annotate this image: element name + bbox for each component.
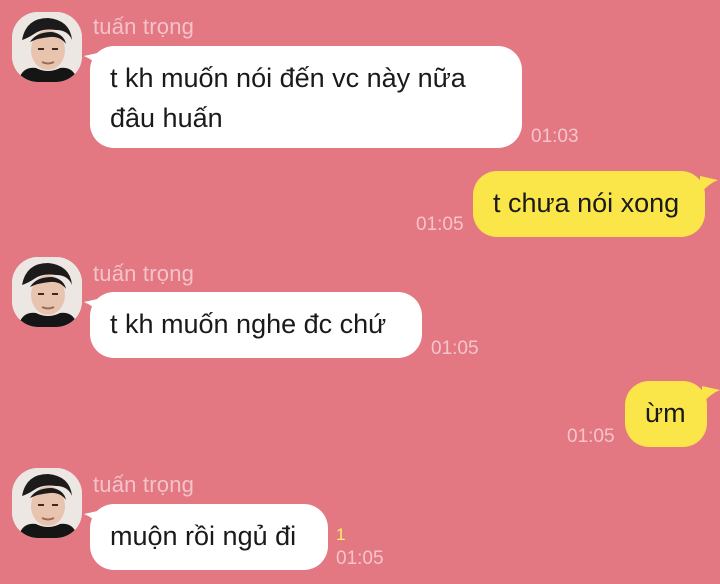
message-text: đâu huấn [110, 103, 223, 133]
sender-name: tuấn trọng [93, 261, 195, 286]
message-time: 01:05 [567, 426, 615, 447]
unread-count: 1 [336, 525, 346, 544]
outgoing-message-bubble[interactable]: t chưa nói xong [473, 171, 705, 237]
chat-view: tuấn trọng t kh muốn nói đến vc này nữa … [0, 0, 720, 584]
message-text: ừm [645, 398, 686, 428]
message-text: t kh muốn nghe đc chứ [110, 309, 387, 339]
outgoing-bubble-tail [702, 386, 720, 404]
message-time: 01:03 [531, 126, 579, 147]
sender-name: tuấn trọng [93, 472, 195, 497]
message-time: 01:05 [416, 214, 464, 235]
avatar-photo-icon [12, 12, 82, 82]
incoming-message-bubble[interactable]: t kh muốn nghe đc chứ [90, 292, 422, 358]
incoming-message-bubble[interactable]: muộn rồi ngủ đi [90, 504, 328, 570]
message-text: muộn rồi ngủ đi [110, 521, 297, 551]
avatar-photo-icon [12, 468, 82, 538]
incoming-message-bubble[interactable]: t kh muốn nói đến vc này nữa đâu huấn [90, 46, 522, 148]
message-time: 01:05 [336, 548, 384, 569]
outgoing-bubble-tail [700, 176, 718, 194]
message-time: 01:05 [431, 338, 479, 359]
avatar-photo-icon [12, 257, 82, 327]
message-text: t chưa nói xong [493, 188, 680, 218]
message-text: t kh muốn nói đến vc này nữa [110, 63, 466, 93]
sender-name: tuấn trọng [93, 14, 195, 39]
sender-avatar[interactable] [12, 257, 82, 327]
sender-avatar[interactable] [12, 468, 82, 538]
sender-avatar[interactable] [12, 12, 82, 82]
outgoing-message-bubble[interactable]: ừm [625, 381, 707, 447]
